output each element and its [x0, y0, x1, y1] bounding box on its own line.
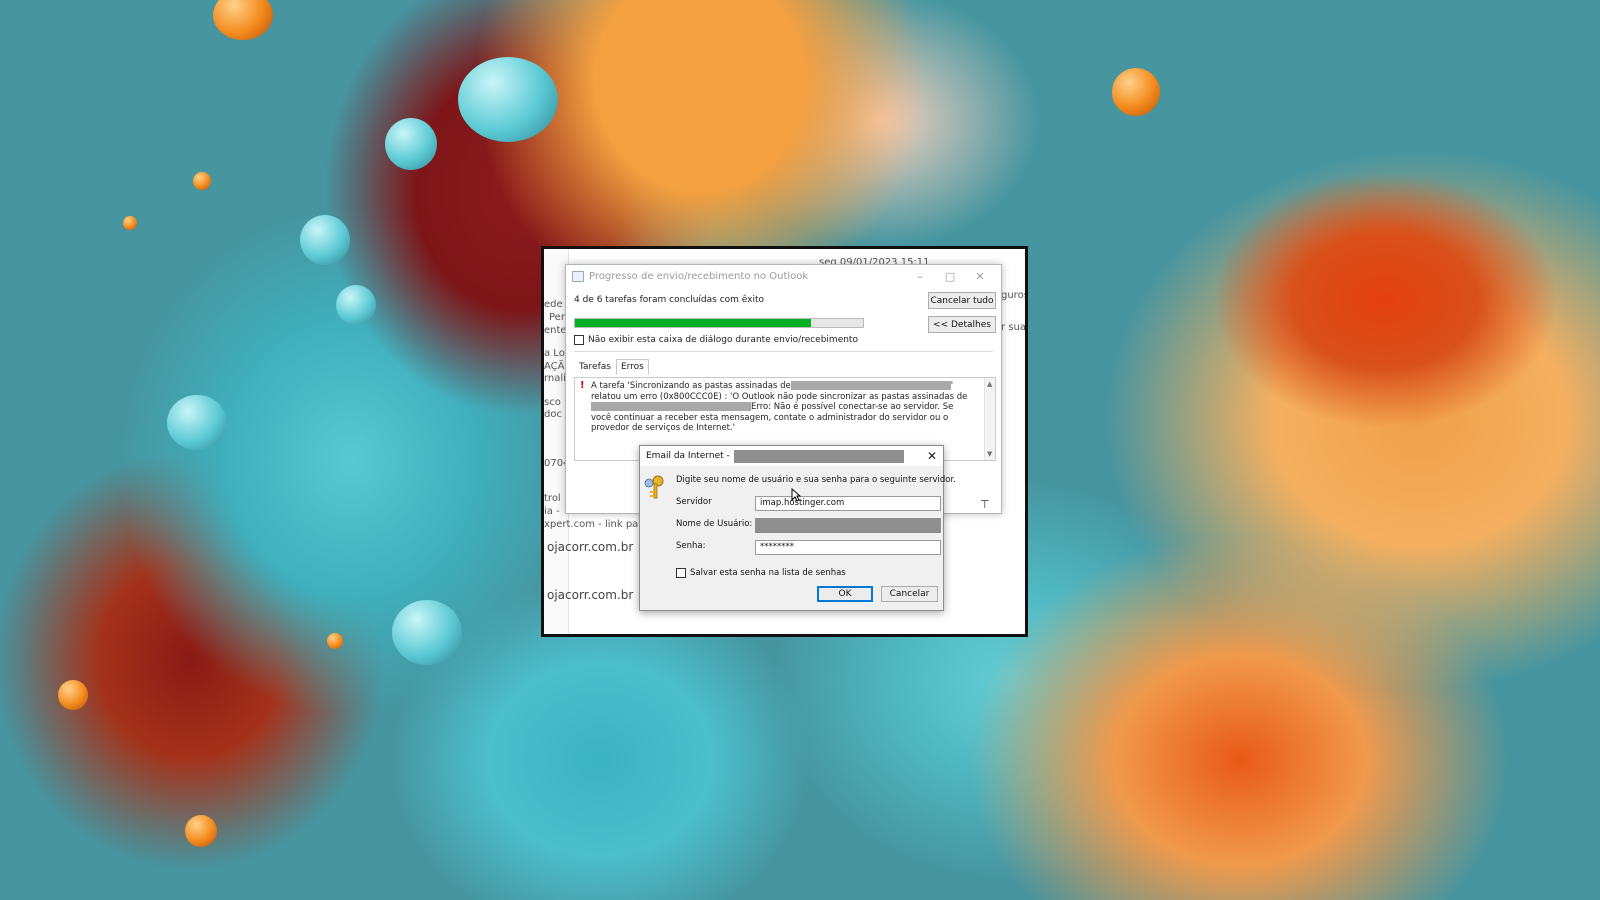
close-icon[interactable]: ✕ [965, 270, 995, 283]
background-orb [300, 215, 350, 265]
background-orb [167, 395, 227, 450]
background-orb [123, 216, 137, 230]
credentials-prompt: Digite seu nome de usuário e sua senha p… [676, 475, 956, 485]
background-orb [213, 0, 273, 40]
outlook-screenshot: seg 09/01/2023 15:11 ede Pen ente a Lo A… [541, 246, 1028, 637]
background-orb [336, 285, 376, 325]
error-list-scrollbar[interactable]: ▲ ▼ [984, 378, 995, 460]
mail-list-snippet: sco [544, 397, 561, 408]
scroll-down-icon[interactable]: ▼ [987, 450, 992, 458]
mail-list-snippet: ojacorr.com.br [547, 540, 634, 554]
server-field: imap.hostinger.com [755, 496, 941, 511]
background-orb [385, 118, 437, 170]
details-button[interactable]: << Detalhes [928, 316, 996, 333]
dont-show-dialog-option[interactable]: Não exibir esta caixa de diálogo durante… [574, 335, 858, 345]
mail-list-snippet: AÇÃ [544, 361, 565, 372]
reading-pane-snippet: guros [1001, 290, 1028, 301]
mail-list-snippet: rnali [544, 373, 566, 384]
save-password-option[interactable]: Salvar esta senha na lista de senhas [676, 568, 846, 578]
key-icon [644, 475, 664, 499]
background-orb [392, 600, 462, 665]
username-label: Nome de Usuário: [676, 519, 753, 529]
pin-icon[interactable]: ⊤ [980, 498, 990, 511]
cancel-all-button[interactable]: Cancelar tudo [928, 292, 996, 309]
redacted-account-title [733, 449, 904, 463]
cancel-button[interactable]: Cancelar [881, 586, 938, 602]
redacted-account [790, 381, 951, 390]
background-orb [58, 680, 88, 710]
mail-list-snippet: ojacorr.com.br [547, 588, 634, 602]
mail-list-snippet: trol [544, 493, 561, 504]
background-orb [327, 633, 343, 649]
password-label: Senha: [676, 541, 706, 551]
username-field[interactable] [755, 518, 941, 533]
tab-erros[interactable]: Erros [615, 359, 649, 375]
progress-tabs: Tarefas Erros [574, 359, 649, 375]
error-text-part1: A tarefa 'Sincronizando as pastas assina… [591, 381, 791, 391]
mail-list-snippet: a Lo [544, 348, 565, 359]
background-orb [193, 172, 211, 190]
credentials-dialog-title: Email da Internet - [646, 451, 730, 461]
mail-list-snippet: ente [544, 325, 567, 336]
tab-tarefas[interactable]: Tarefas [574, 359, 616, 375]
outlook-app-icon [572, 270, 584, 282]
server-label: Servidor [676, 497, 712, 507]
progress-bar [574, 318, 864, 328]
minimize-icon[interactable]: – [905, 270, 935, 283]
save-password-label: Salvar esta senha na lista de senhas [690, 568, 846, 578]
mail-list-snippet: doc [544, 409, 562, 420]
progress-dialog-titlebar: Progresso de envio/recebimento no Outloo… [566, 265, 1001, 287]
background-orb [1112, 68, 1160, 116]
ok-button[interactable]: OK [817, 586, 873, 602]
credentials-dialog-titlebar: Email da Internet - ✕ [640, 446, 943, 466]
password-field[interactable]: ******** [755, 540, 941, 555]
mouse-cursor-icon [791, 488, 801, 502]
maximize-icon[interactable]: □ [935, 270, 965, 283]
dont-show-label: Não exibir esta caixa de diálogo durante… [588, 335, 858, 345]
mail-list-snippet: ia - [544, 506, 560, 517]
error-message: A tarefa 'Sincronizando as pastas assina… [591, 381, 973, 434]
internet-email-credentials-dialog: Email da Internet - ✕ Digite seu nome de… [639, 445, 956, 611]
redacted-account [591, 402, 751, 411]
dialog-divider [574, 351, 993, 352]
reading-pane-snippet: r sua p [1001, 322, 1026, 333]
dont-show-checkbox[interactable] [574, 335, 584, 345]
progress-status-text: 4 de 6 tarefas foram concluídas com êxit… [574, 295, 765, 305]
mail-list-snippet: xpert.com - link para [544, 519, 649, 530]
progress-bar-fill [575, 319, 812, 327]
error-icon: ! [580, 380, 585, 391]
background-orb [185, 815, 217, 847]
scroll-up-icon[interactable]: ▲ [987, 380, 992, 388]
mail-list-snippet: ede [544, 299, 563, 310]
progress-dialog-title: Progresso de envio/recebimento no Outloo… [589, 270, 809, 282]
background-orb [458, 57, 558, 142]
save-password-checkbox[interactable] [676, 568, 686, 578]
close-icon[interactable]: ✕ [927, 449, 937, 463]
